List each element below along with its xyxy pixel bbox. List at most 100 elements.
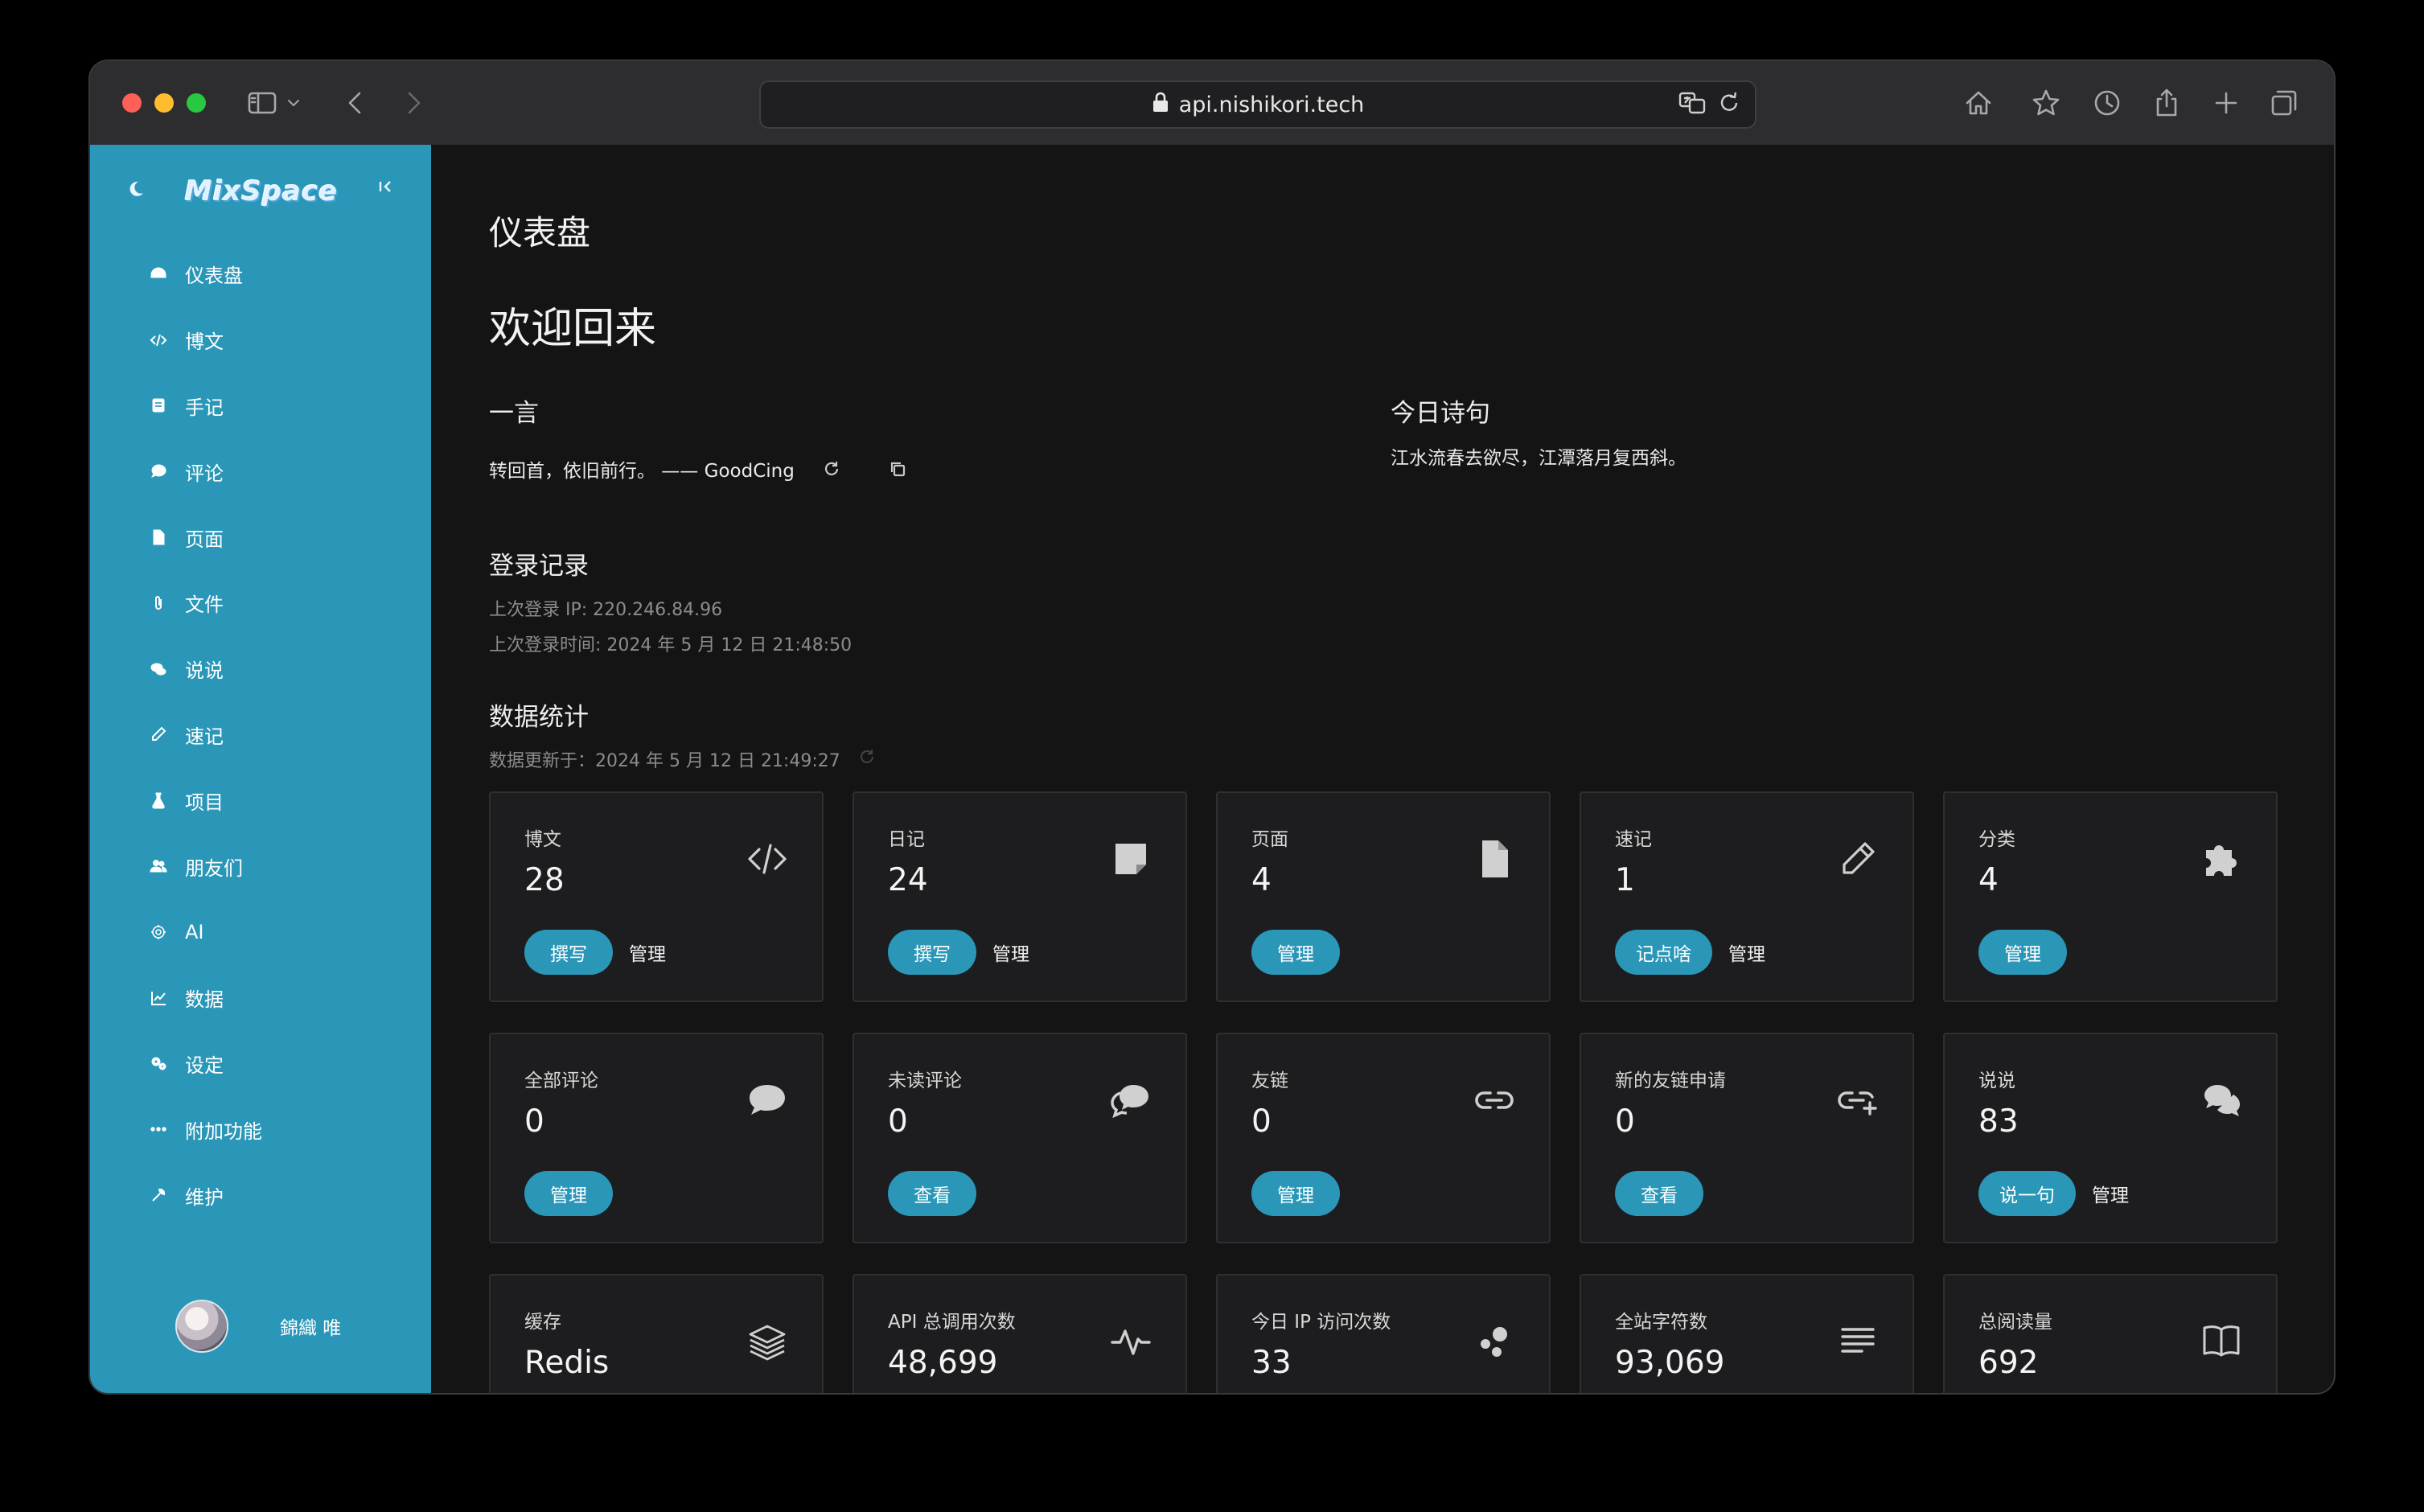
sidebar-item-analytics[interactable]: 数据	[90, 965, 431, 1031]
sidebar-item-label: 速记	[185, 725, 224, 748]
new-tab-icon[interactable]	[2207, 84, 2245, 122]
copy-icon[interactable]	[885, 456, 910, 482]
puzzle-icon	[2197, 835, 2245, 883]
sidebar-item-projects[interactable]: 项目	[90, 767, 431, 833]
url-text: api.nishikori.tech	[1178, 92, 1365, 117]
stat-card: 速记 1 记点啥 管理	[1580, 791, 1914, 1002]
translate-icon[interactable]	[1678, 88, 1707, 123]
forward-icon[interactable]	[394, 84, 433, 122]
stat-card-value: 28	[524, 862, 565, 898]
logo-text: MixSpace	[184, 175, 339, 207]
action-button[interactable]: 查看	[1615, 1171, 1703, 1216]
manage-link[interactable]: 管理	[1728, 939, 1765, 966]
action-button[interactable]: 查看	[888, 1171, 976, 1216]
stats-updated-text: 数据更新于：2024 年 5 月 12 日 21:49:27	[489, 751, 840, 771]
refresh-stats-icon[interactable]	[858, 748, 876, 770]
back-icon[interactable]	[336, 84, 375, 122]
stat-card-label: 缓存	[524, 1312, 561, 1333]
address-bar[interactable]: api.nishikori.tech	[759, 80, 1756, 129]
action-button[interactable]: 管理	[1251, 1171, 1340, 1216]
share-icon[interactable]	[2147, 84, 2186, 122]
stat-card-label: 新的友链申请	[1615, 1070, 1726, 1091]
manage-link[interactable]: 管理	[992, 939, 1029, 966]
action-button[interactable]: 撰写	[888, 930, 976, 975]
stat-card-label: 今日 IP 访问次数	[1251, 1312, 1391, 1333]
stat-card: 缓存 Redis	[489, 1274, 824, 1393]
zoom-window-button[interactable]	[187, 93, 206, 113]
stat-card-value: 0	[888, 1103, 908, 1140]
action-button[interactable]: 管理	[1978, 930, 2067, 975]
sidebar-item-label: 维护	[185, 1185, 224, 1209]
action-button[interactable]: 管理	[524, 1171, 613, 1216]
stat-card: 分类 4 管理	[1943, 791, 2278, 1002]
sidebar-item-maintenance[interactable]: 维护	[90, 1162, 431, 1228]
chart-icon	[146, 986, 171, 1010]
sidebar-item-comments[interactable]: 评论	[90, 438, 431, 504]
history-icon[interactable]	[2088, 84, 2126, 122]
comment-icon	[743, 1076, 791, 1124]
hitokoto: 转回首，依旧前行。 —— GoodCing	[489, 455, 910, 483]
stat-card-label: 全部评论	[524, 1070, 598, 1091]
pencil-icon	[1834, 835, 1882, 883]
sidebar-item-ai[interactable]: AI	[90, 899, 431, 965]
stat-card-value: 0	[1251, 1103, 1272, 1140]
manage-link[interactable]: 管理	[629, 939, 666, 966]
stat-card-label: 说说	[1978, 1070, 2015, 1091]
sidebar-item-recently[interactable]: 速记	[90, 702, 431, 768]
more-icon	[146, 1117, 171, 1141]
stat-card-actions: 管理	[524, 1171, 613, 1216]
sidebar-item-label: 评论	[185, 462, 224, 485]
hitokoto-title: 一言	[489, 399, 539, 428]
stat-card-label: 日记	[888, 829, 925, 850]
page-title: 仪表盘	[489, 213, 591, 253]
stat-card-value: 48,699	[888, 1345, 998, 1381]
stat-card-label: 全站字符数	[1615, 1312, 1707, 1333]
sidebar-toggle-icon[interactable]	[243, 84, 281, 122]
sidebar-item-label: 仪表盘	[185, 265, 243, 288]
action-button[interactable]: 记点啥	[1615, 930, 1712, 975]
dashboard-icon	[146, 262, 171, 286]
sidebar-item-posts[interactable]: 博文	[90, 307, 431, 373]
sidebar-item-says[interactable]: 说说	[90, 636, 431, 702]
sidebar-item-label: 朋友们	[185, 857, 243, 880]
refresh-icon[interactable]	[819, 456, 844, 482]
avatar[interactable]	[175, 1300, 228, 1353]
stat-card-label: 友链	[1251, 1070, 1288, 1091]
sidebar-item-pages[interactable]: 页面	[90, 504, 431, 570]
login-title: 登录记录	[489, 552, 589, 581]
home-icon[interactable]	[1959, 84, 1998, 122]
moon-icon[interactable]	[127, 180, 145, 201]
manage-link[interactable]: 管理	[2092, 1180, 2129, 1207]
sidebar-item-friends[interactable]: 朋友们	[90, 833, 431, 899]
stats-updated: 数据更新于：2024 年 5 月 12 日 21:49:27	[489, 746, 876, 772]
action-button[interactable]: 说一句	[1978, 1171, 2076, 1216]
last-login-time: 上次登录时间: 2024 年 5 月 12 日 21:48:50	[489, 635, 853, 655]
chat-icon	[2197, 1076, 2245, 1124]
sidebar-item-notes[interactable]: 手记	[90, 373, 431, 439]
user-profile[interactable]: 錦織 唯	[90, 1298, 431, 1354]
site-logo[interactable]: MixSpace	[185, 166, 337, 217]
stat-card-value: 0	[524, 1103, 544, 1140]
welcome-heading: 欢迎回来	[489, 305, 657, 353]
stat-card-value: 83	[1978, 1103, 2019, 1140]
stat-card: 全站字符数 93,069	[1580, 1274, 1914, 1393]
sidebar-item-settings[interactable]: 设定	[90, 1031, 431, 1097]
reload-icon[interactable]	[1715, 88, 1744, 123]
minimize-window-button[interactable]	[154, 93, 174, 113]
stat-card-actions: 管理	[1978, 930, 2067, 975]
sidebar-item-dashboard[interactable]: 仪表盘	[90, 241, 431, 307]
sidebar-item-files[interactable]: 文件	[90, 570, 431, 636]
chevron-down-icon[interactable]	[281, 84, 306, 122]
sidebar-item-label: AI	[185, 920, 204, 943]
action-button[interactable]: 撰写	[524, 930, 613, 975]
ai-icon	[146, 920, 171, 944]
star-icon[interactable]	[2027, 84, 2065, 122]
bubbles-icon	[1470, 1317, 1518, 1366]
action-button[interactable]: 管理	[1251, 930, 1340, 975]
tab-overview-icon[interactable]	[2265, 84, 2303, 122]
close-window-button[interactable]	[122, 93, 142, 113]
sidebar-item-extra[interactable]: 附加功能	[90, 1096, 431, 1162]
sticky-note-icon	[1107, 835, 1155, 883]
stat-card-actions: 管理	[1251, 930, 1340, 975]
collapse-sidebar-icon[interactable]	[376, 177, 396, 199]
